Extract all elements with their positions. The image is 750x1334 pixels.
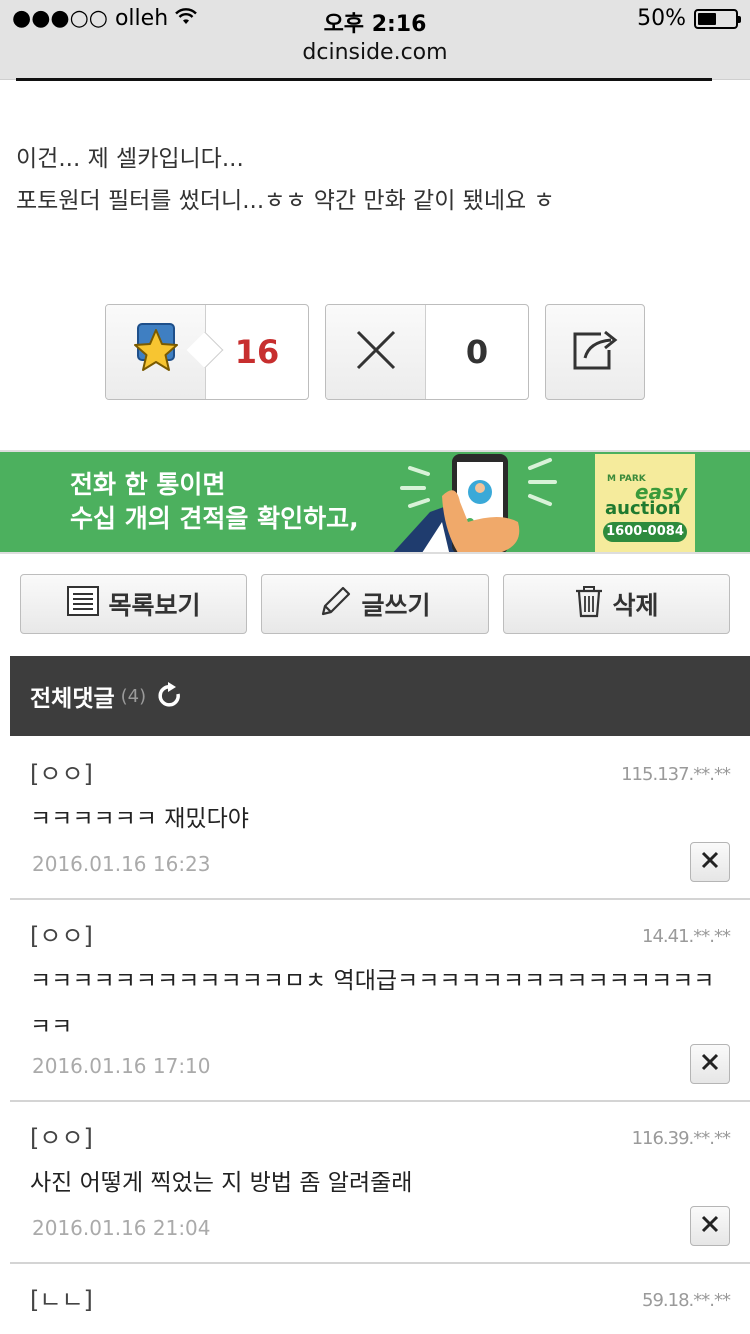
ad-line: 전화 한 통이면 <box>70 470 226 499</box>
post-line: 포토원더 필터를 썼더니...ㅎㅎ 약간 만화 같이 됐네요 ㅎ <box>16 188 555 214</box>
comment-date: 2016.01.16 21:04 <box>32 1216 211 1240</box>
comment-body: 사진 어떻게 찍었는 지 방법 좀 알려줄래 <box>30 1170 413 1196</box>
comment-author[interactable]: [ㅇㅇ] <box>30 754 93 789</box>
not-recommend-count: 0 <box>465 333 489 371</box>
comments-title: 전체댓글 <box>30 686 115 712</box>
comment-delete-button[interactable] <box>690 1206 730 1246</box>
ad-phone-number: 1600-0084 <box>603 522 687 542</box>
comment-body: ㅋㅋㅋㅋㅋㅋ 재밌다야 <box>30 806 249 832</box>
comment-date: 2016.01.16 17:10 <box>32 1054 211 1078</box>
list-icon <box>66 585 100 623</box>
status-bar: ●●●○○ olleh 오후 2:16 50% dcinside.com <box>0 0 750 80</box>
refresh-icon[interactable] <box>156 682 184 710</box>
write-button[interactable]: 글쓰기 <box>261 574 489 634</box>
share-icon <box>571 328 619 376</box>
comment-list: [ㅇㅇ] 115.137.**.** ㅋㅋㅋㅋㅋㅋ 재밌다야 2016.01.1… <box>10 738 750 1334</box>
comment-author[interactable]: [ㄴㄴ] <box>30 1280 93 1315</box>
post-body: 이건... 제 셀카입니다... 포토원더 필터를 썼더니...ㅎㅎ 약간 만화… <box>16 138 555 222</box>
comment-item: [ㅇㅇ] 116.39.**.** 사진 어떻게 찍었는 지 방법 좀 알려줄래… <box>10 1102 750 1264</box>
ad-copy: 전화 한 통이면 수십 개의 견적을 확인하고, <box>70 468 359 536</box>
comment-item: [ㄴㄴ] 59.18.**.** <box>10 1264 750 1334</box>
comment-delete-button[interactable] <box>690 842 730 882</box>
comment-delete-button[interactable] <box>690 1044 730 1084</box>
delete-button[interactable]: 삭제 <box>503 574 730 634</box>
write-button-label: 글쓰기 <box>361 591 431 620</box>
ad-line: 수십 개의 견적을 확인하고, <box>70 504 359 533</box>
battery-icon <box>694 8 741 29</box>
comment-ip: 59.18.**.** <box>642 1290 731 1311</box>
battery-percent: 50% <box>637 6 686 31</box>
ad-banner[interactable]: 전화 한 통이면 수십 개의 견적을 확인하고, M PARK easy auc… <box>0 450 750 554</box>
star-icon <box>128 322 184 382</box>
phone-hand-icon <box>393 454 557 552</box>
close-icon <box>701 1053 719 1075</box>
post-line: 이건... 제 셀카입니다... <box>16 146 244 172</box>
comment-body: ㅋㅋㅋㅋㅋㅋㅋㅋㅋㅋㅋㅋㅁㅊ 역대급ㅋㅋㅋㅋㅋㅋㅋㅋㅋㅋㅋㅋㅋㅋㅋㅋㅋ <box>30 968 715 1040</box>
trash-icon <box>574 584 604 624</box>
comment-ip: 116.39.**.** <box>631 1128 731 1149</box>
battery-status: 50% <box>637 6 741 31</box>
delete-button-label: 삭제 <box>612 591 659 620</box>
close-icon <box>701 851 719 873</box>
list-button[interactable]: 목록보기 <box>20 574 247 634</box>
comments-count: (4) <box>120 685 147 707</box>
address-bar[interactable]: dcinside.com <box>0 40 750 65</box>
comment-author[interactable]: [ㅇㅇ] <box>30 1118 93 1153</box>
close-icon <box>701 1215 719 1237</box>
comment-ip: 115.137.**.** <box>621 764 731 785</box>
comment-date: 2016.01.16 16:23 <box>32 852 211 876</box>
pencil-icon <box>319 584 353 624</box>
comment-item: [ㅇㅇ] 14.41.**.** ㅋㅋㅋㅋㅋㅋㅋㅋㅋㅋㅋㅋㅁㅊ 역대급ㅋㅋㅋㅋㅋ… <box>10 900 750 1102</box>
content-divider <box>16 78 712 81</box>
close-icon <box>354 328 398 376</box>
not-recommend-button[interactable]: 0 <box>325 304 529 400</box>
easy-auction-logo: M PARK easy auction 1600-0084 <box>595 454 695 552</box>
comment-author[interactable]: [ㅇㅇ] <box>30 916 93 951</box>
list-button-label: 목록보기 <box>108 591 201 620</box>
recommend-button[interactable]: 16 <box>105 304 309 400</box>
comments-header: 전체댓글 (4) <box>10 656 750 736</box>
comment-item: [ㅇㅇ] 115.137.**.** ㅋㅋㅋㅋㅋㅋ 재밌다야 2016.01.1… <box>10 738 750 900</box>
comment-ip: 14.41.**.** <box>642 926 731 947</box>
share-button[interactable] <box>545 304 645 400</box>
